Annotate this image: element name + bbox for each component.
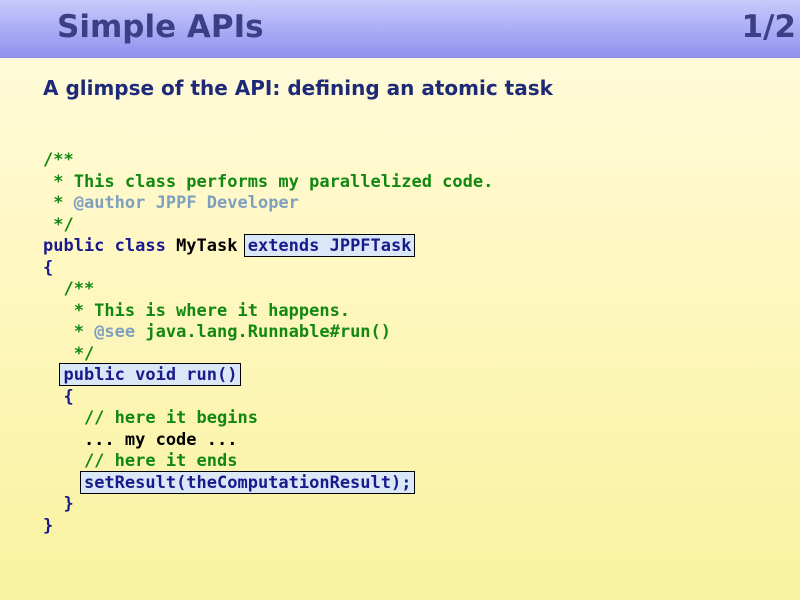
- comment-star: *: [43, 193, 74, 213]
- highlight-extends: extends JPPFTask: [243, 234, 416, 257]
- code-line: {: [43, 386, 74, 407]
- javadoc-tag: @see: [94, 322, 136, 342]
- code-line: setResult(theComputationResult);: [43, 470, 493, 495]
- highlight-run-method: public void run(): [59, 363, 242, 386]
- code-line: /**: [43, 150, 74, 170]
- comment-star: *: [43, 322, 95, 342]
- code-line: * This is where it happens.: [43, 300, 351, 321]
- keyword: public class: [43, 236, 166, 256]
- slide-title: Simple APIs: [57, 9, 264, 45]
- slide-subtitle: A glimpse of the API: defining an atomic…: [43, 76, 553, 100]
- code-line: */: [43, 214, 74, 235]
- code-line: */: [43, 343, 95, 364]
- code-line: /**: [43, 279, 95, 299]
- highlight-set-result: setResult(theComputationResult);: [79, 470, 416, 494]
- code-line: {: [43, 257, 54, 278]
- code-line: }: [43, 515, 54, 536]
- slide-header: Simple APIs 1/2: [0, 0, 800, 58]
- javadoc-text: JPPF Developer: [145, 193, 299, 213]
- code-line: ... my code ...: [43, 429, 238, 450]
- code-line: * @author JPPF Developer: [43, 193, 493, 215]
- page-number: 1/2: [741, 9, 796, 45]
- code-line: public void run(): [43, 363, 493, 387]
- code-block: /** * This class performs my parallelize…: [43, 150, 493, 537]
- code-line: // here it begins: [43, 408, 258, 428]
- code-line: // here it ends: [43, 451, 238, 471]
- code-line: * @see java.lang.Runnable#run(): [43, 322, 493, 344]
- code-line: * This class performs my parallelized co…: [43, 171, 494, 192]
- javadoc-tag: @author: [73, 193, 146, 213]
- code-line: public class MyTask extends JPPFTask: [43, 234, 493, 258]
- run-signature: public void run(): [63, 365, 238, 385]
- javadoc-text: java.lang.Runnable#run(): [135, 322, 392, 342]
- extends-clause: extends JPPFTask: [247, 236, 412, 256]
- code-line: }: [43, 494, 74, 514]
- set-result-call: setResult(theComputationResult);: [83, 472, 412, 493]
- class-name: MyTask: [165, 236, 248, 256]
